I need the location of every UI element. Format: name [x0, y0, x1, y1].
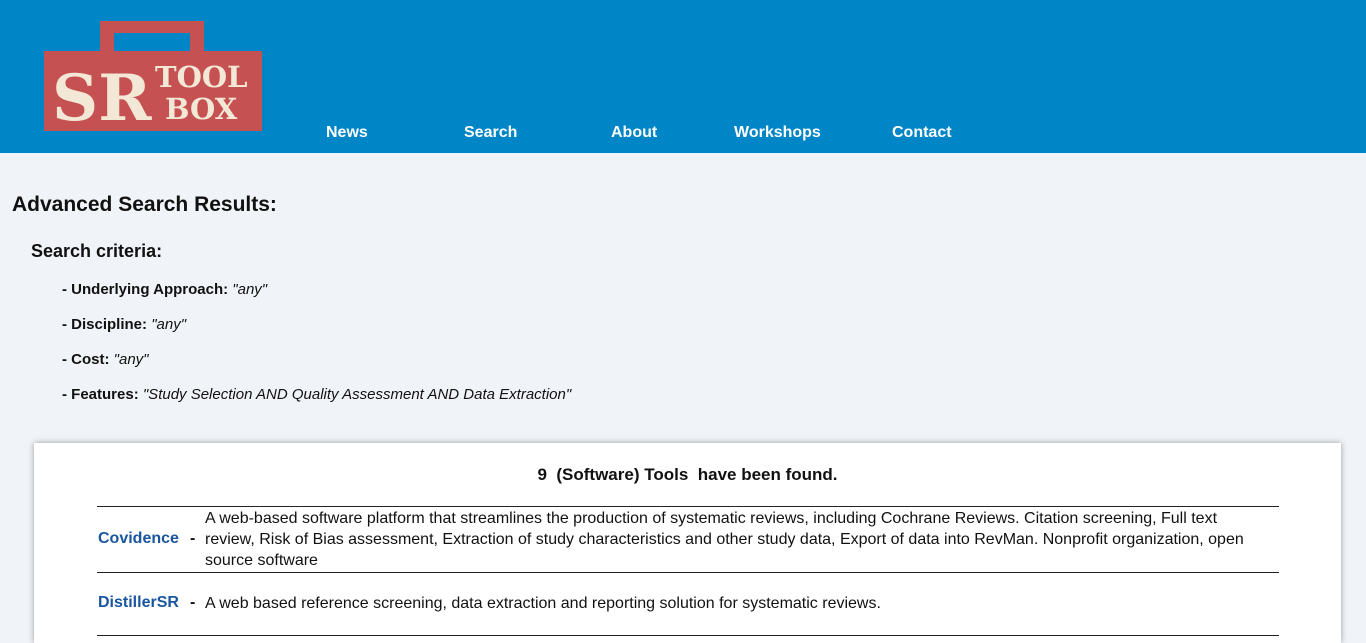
- page-title: Advanced Search Results:: [12, 193, 277, 216]
- logo-sr-text: SR: [52, 61, 152, 132]
- toolbox-logo-icon: SR TOOL BOX: [44, 21, 262, 136]
- criterion-value: "any": [232, 281, 268, 298]
- criterion-features: - Features: "Study Selection AND Quality…: [62, 386, 571, 403]
- criterion-cost: - Cost: "any": [62, 351, 149, 368]
- logo-tool-text: TOOL: [155, 60, 248, 94]
- separator-dash: -: [190, 594, 196, 611]
- nav-contact[interactable]: Contact: [892, 124, 952, 142]
- tool-description: A web-based software platform that strea…: [205, 510, 1244, 569]
- tool-link-distillersr[interactable]: DistillerSR: [98, 594, 179, 612]
- criterion-discipline: - Discipline: "any": [62, 316, 186, 333]
- tool-link-covidence[interactable]: Covidence: [98, 530, 179, 548]
- criterion-label: - Features:: [62, 386, 139, 403]
- criterion-value: "any": [113, 351, 149, 368]
- nav-news[interactable]: News: [326, 124, 368, 142]
- search-criteria-heading: Search criteria:: [31, 241, 163, 261]
- criterion-label: - Discipline:: [62, 316, 148, 333]
- criterion-underlying-approach: - Underlying Approach: "any": [62, 281, 267, 298]
- nav-search[interactable]: Search: [464, 124, 517, 142]
- results-count: 9 (Software) Tools have been found.: [537, 465, 838, 484]
- criterion-value: "Study Selection AND Quality Assessment …: [142, 386, 572, 403]
- divider: [97, 572, 1279, 573]
- tool-description: A web based reference screening, data ex…: [205, 595, 881, 612]
- results-panel: 9 (Software) Tools have been found. Covi…: [34, 443, 1341, 643]
- logo-box-text: BOX: [165, 92, 238, 126]
- criterion-label: - Cost:: [62, 351, 110, 368]
- separator-dash: -: [190, 530, 196, 547]
- divider: [97, 635, 1279, 636]
- criterion-label: - Underlying Approach:: [62, 281, 229, 298]
- divider: [97, 506, 1279, 507]
- nav-workshops[interactable]: Workshops: [734, 124, 821, 142]
- criterion-value: "any": [151, 316, 187, 333]
- site-header: SR TOOL BOX News Search About Workshops …: [0, 0, 1366, 153]
- sr-toolbox-logo[interactable]: SR TOOL BOX: [44, 19, 264, 136]
- nav-about[interactable]: About: [611, 124, 657, 142]
